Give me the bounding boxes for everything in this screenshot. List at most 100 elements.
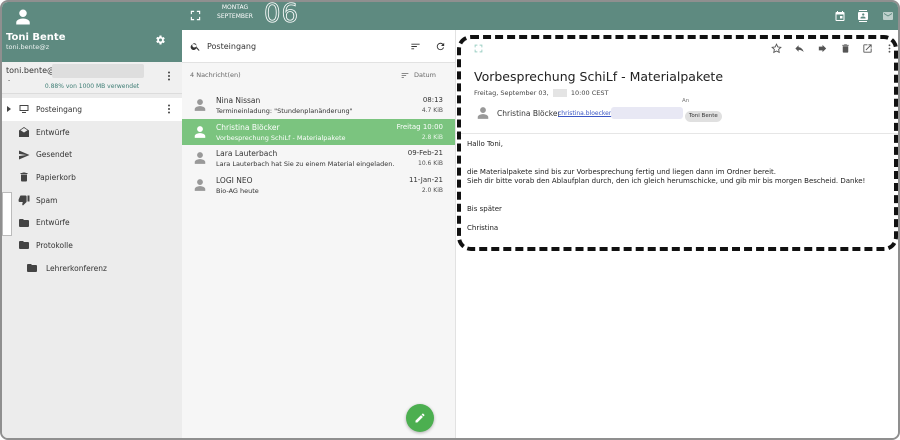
- thumbs-down-icon: [18, 194, 30, 206]
- drafts-icon: [18, 126, 30, 138]
- search-icon[interactable]: [190, 41, 201, 52]
- folder-icon: [18, 217, 30, 229]
- trash-icon: [18, 171, 30, 183]
- body-greeting: Hallo Toni,: [467, 140, 503, 148]
- message-sender: Lara Lauterbach: [216, 149, 278, 158]
- folder-icon: [18, 239, 30, 251]
- folder-label: Posteingang: [36, 104, 83, 114]
- refresh-icon[interactable]: [435, 41, 446, 52]
- header-divider: [456, 133, 898, 134]
- message-count: 4 Nachricht(en): [190, 71, 241, 79]
- body-closing: Bis später: [467, 205, 502, 213]
- folder-icon: [26, 262, 38, 274]
- open-external-icon[interactable]: [862, 43, 873, 54]
- message-row[interactable]: Nina Nissan Termineinladung: "Stundenpla…: [182, 92, 455, 119]
- weekday-label: MONTAG: [221, 4, 249, 11]
- message-subject: Bio-AG heute: [216, 186, 259, 195]
- mail-date-suffix: 10:00 CEST: [570, 89, 609, 97]
- folder-drafts[interactable]: Entwürfe: [2, 121, 182, 144]
- side-logo-tab[interactable]: [2, 192, 12, 236]
- body-line: die Materialpakete sind bis zur Vorbespr…: [467, 168, 776, 176]
- forward-icon[interactable]: [817, 43, 828, 54]
- quota-text: 0.88% von 1000 MB verwendet: [44, 83, 140, 90]
- redacted-area: [552, 89, 567, 97]
- top-bar: MONTAG SEPTEMBER 06: [182, 0, 898, 30]
- folder-entwuerfe[interactable]: Entwürfe: [2, 211, 182, 234]
- sort-by-label[interactable]: Datum: [414, 71, 436, 79]
- sender-avatar-icon: [476, 106, 490, 120]
- fullscreen-icon[interactable]: [190, 10, 201, 21]
- month-label: SEPTEMBER: [217, 13, 253, 20]
- account-email: toni.bente@: [6, 66, 55, 75]
- message-row[interactable]: Lara Lauterbach Lara Lauterbach hat Sie …: [182, 145, 455, 172]
- reply-icon[interactable]: [794, 43, 805, 54]
- pencil-icon: [414, 412, 426, 424]
- profile-header: Toni Bente toni.bente@z: [2, 2, 182, 62]
- sort-icon[interactable]: [410, 41, 421, 52]
- sender-avatar-icon: [193, 178, 207, 192]
- date-weekday-month: MONTAG SEPTEMBER: [212, 3, 258, 21]
- mail-body: Hallo Toni, die Materialpakete sind bis …: [467, 140, 887, 233]
- recipient-chip[interactable]: Toni Bente: [685, 111, 722, 122]
- user-name: Toni Bente: [6, 32, 66, 43]
- sidebar: Toni Bente toni.bente@z toni.bente@ - 0.…: [2, 2, 182, 438]
- expand-caret-icon[interactable]: [7, 106, 11, 112]
- from-name: Christina Blöcker: [497, 109, 561, 118]
- mail-icon[interactable]: [882, 10, 894, 22]
- message-reader: Vorbesprechung SchiLf - Materialpakete F…: [455, 30, 898, 438]
- account-row[interactable]: toni.bente@ - 0.88% von 1000 MB verwende…: [2, 62, 182, 94]
- message-subject: Vorbesprechung SchiLf - Materialpakete: [216, 133, 346, 142]
- folder-label: Entwürfe: [36, 218, 70, 228]
- folder-inbox[interactable]: Posteingang: [2, 98, 182, 121]
- more-options-icon[interactable]: [887, 43, 892, 54]
- sender-avatar-icon: [193, 98, 207, 112]
- compose-button[interactable]: [406, 404, 434, 432]
- folder-label: Spam: [36, 195, 58, 205]
- folder-label: Entwürfe: [36, 127, 70, 137]
- folder-sent[interactable]: Gesendet: [2, 143, 182, 166]
- user-email: toni.bente@z: [6, 43, 50, 51]
- folder-label: Lehrerkonferenz: [46, 263, 107, 273]
- to-label: An: [682, 98, 690, 104]
- message-list: Nina Nissan Termineinladung: "Stundenpla…: [182, 92, 455, 198]
- sort-order-icon[interactable]: [400, 71, 410, 80]
- search-bar[interactable]: Posteingang: [182, 30, 455, 63]
- sender-avatar-icon: [193, 151, 207, 165]
- folder-trash[interactable]: Papierkorb: [2, 166, 182, 189]
- folder-label: Protokolle: [36, 240, 73, 250]
- message-sender: LOGI NEO: [216, 175, 253, 185]
- contacts-icon[interactable]: [857, 10, 869, 22]
- star-icon[interactable]: [771, 43, 782, 54]
- folder-spam[interactable]: Spam: [2, 189, 182, 212]
- calendar-icon[interactable]: [834, 10, 846, 22]
- redacted-area: [52, 64, 144, 78]
- message-sender: Nina Nissan: [216, 96, 261, 105]
- message-date: Freitag 10:00: [396, 122, 443, 131]
- folder-label: Papierkorb: [36, 172, 76, 182]
- expand-reader-icon[interactable]: [474, 44, 483, 53]
- from-email-link[interactable]: christina.bloecker@: [558, 110, 617, 117]
- account-more-icon[interactable]: [166, 70, 172, 82]
- folder-more-icon[interactable]: [166, 103, 172, 115]
- message-size: 2.0 KiB: [421, 186, 443, 194]
- redacted-area: [611, 107, 683, 119]
- message-subject: Termineinladung: "Stundenplanänderung": [216, 107, 353, 115]
- message-date: 09-Feb-21: [407, 149, 443, 157]
- folder-lehrerkonferenz[interactable]: Lehrerkonferenz: [2, 257, 182, 280]
- app-window: Toni Bente toni.bente@z toni.bente@ - 0.…: [0, 0, 900, 440]
- message-row[interactable]: LOGI NEO Bio-AG heute 11-Jan-21 2.0 KiB: [182, 172, 455, 199]
- message-row-selected[interactable]: Christina Blöcker Vorbesprechung SchiLf …: [182, 118, 455, 145]
- user-avatar-icon[interactable]: [14, 8, 32, 26]
- message-subject: Lara Lauterbach hat Sie zu einem Materia…: [216, 160, 395, 168]
- message-list-pane: Posteingang 4 Nachricht(en) Datum Nina N…: [182, 30, 455, 438]
- day-number: 06: [264, 0, 300, 29]
- folder-list: Posteingang Entwürfe Gesendet Papierkorb…: [2, 98, 182, 280]
- folder-protokolle[interactable]: Protokolle: [2, 234, 182, 257]
- mail-subject: Vorbesprechung SchiLf - Materialpakete: [474, 69, 724, 84]
- send-icon: [18, 149, 30, 161]
- mail-date-prefix: Freitag, September 03,: [474, 89, 549, 97]
- body-line: Sieh dir bitte vorab den Ablaufplan durc…: [467, 177, 866, 185]
- folder-label: Gesendet: [36, 150, 73, 160]
- settings-gear-icon[interactable]: [154, 34, 166, 46]
- delete-icon[interactable]: [840, 43, 851, 54]
